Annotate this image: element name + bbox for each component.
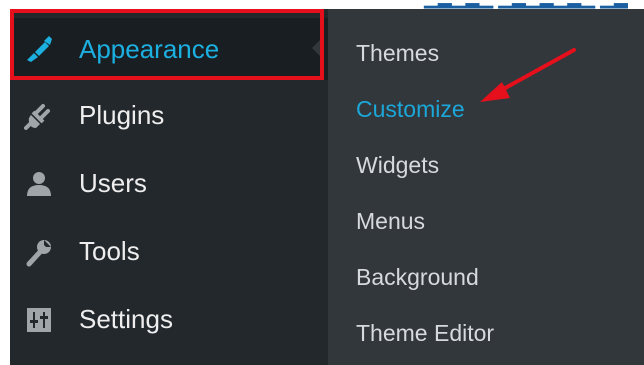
- paint-brush-icon: [24, 33, 54, 63]
- cropped-link-fragment: ▁▂▁▂▁ ▁▂▁▂▁▂▁ ▁▂: [424, 0, 628, 9]
- menu-item-users[interactable]: Users: [10, 154, 328, 212]
- menu-item-tools[interactable]: Tools: [10, 222, 328, 280]
- menu-item-label: Appearance: [79, 34, 220, 64]
- submenu-item-customize[interactable]: Customize: [356, 95, 465, 123]
- menu-item-appearance[interactable]: Appearance: [10, 18, 328, 80]
- submenu-item-background[interactable]: Background: [356, 263, 479, 291]
- menu-item-label: Tools: [79, 236, 140, 266]
- menu-item-settings[interactable]: Settings: [10, 290, 328, 348]
- menu-item-label: Plugins: [79, 100, 165, 130]
- wrench-icon: [24, 237, 54, 267]
- top-edge-fragment: ▁▂▁▂▁ ▁▂▁▂▁▂▁ ▁▂: [328, 0, 644, 9]
- menu-item-label: Settings: [79, 304, 173, 334]
- sliders-icon: [24, 305, 54, 335]
- user-icon: [24, 169, 54, 199]
- annotation-arrow-icon: [480, 48, 576, 102]
- menu-item-label: Users: [79, 168, 147, 198]
- submenu-item-menus[interactable]: Menus: [356, 207, 425, 235]
- plug-icon: [24, 101, 54, 131]
- current-menu-pointer: [312, 38, 322, 58]
- menu-item-plugins[interactable]: Plugins: [10, 86, 328, 144]
- submenu-item-themes[interactable]: Themes: [356, 39, 439, 67]
- admin-sidebar-menu: Appearance Plugins Users Tools Settings: [10, 9, 328, 365]
- submenu-item-theme-editor[interactable]: Theme Editor: [356, 319, 494, 347]
- submenu-item-widgets[interactable]: Widgets: [356, 151, 439, 179]
